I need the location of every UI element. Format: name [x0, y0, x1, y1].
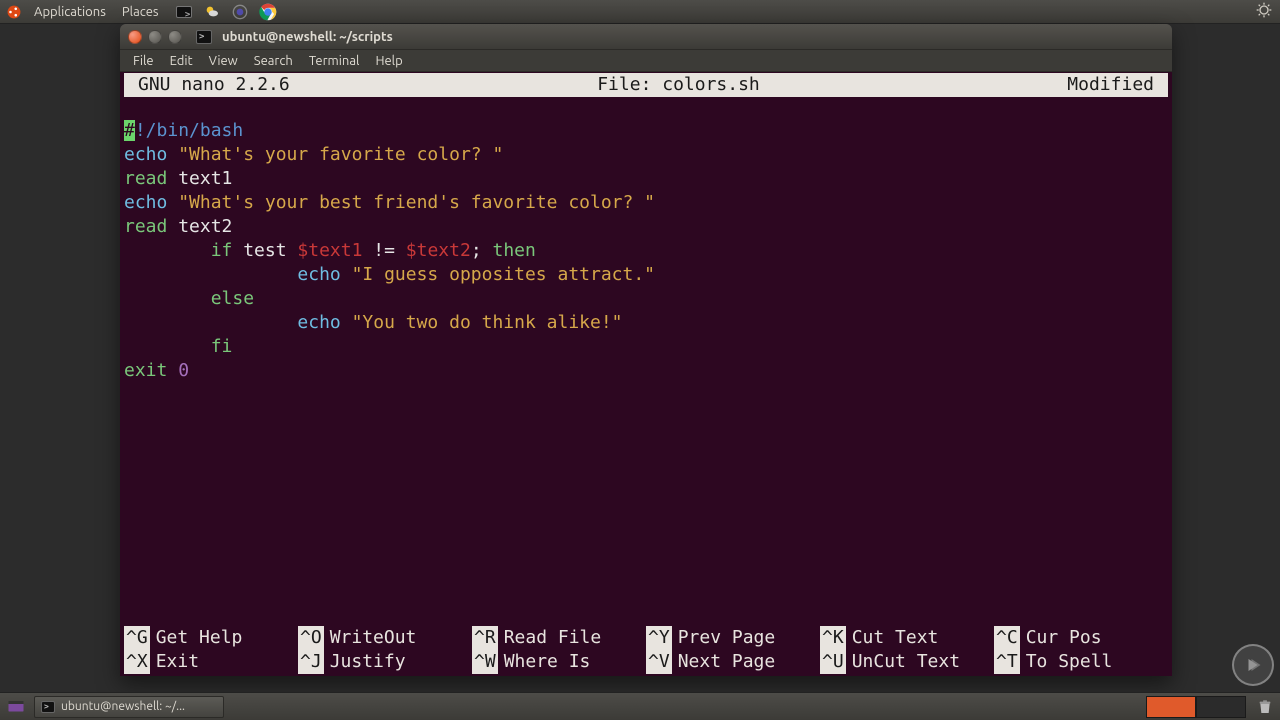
- trash-icon[interactable]: [1256, 697, 1274, 717]
- close-button[interactable]: [128, 30, 142, 44]
- window-titlebar[interactable]: ubuntu@newshell: ~/scripts: [120, 24, 1172, 50]
- shortcut-where-is: ^WWhere Is: [472, 650, 646, 674]
- nano-file-label: File: colors.sh: [290, 73, 1068, 97]
- color-icon[interactable]: [231, 3, 249, 21]
- shortcut-get-help: ^GGet Help: [124, 626, 298, 650]
- workspace-2[interactable]: [1196, 696, 1246, 718]
- nano-header: GNU nano 2.2.6 File: colors.sh Modified: [124, 73, 1168, 97]
- shortcut-next-page: ^VNext Page: [646, 650, 820, 674]
- shortcut-writeout: ^OWriteOut: [298, 626, 472, 650]
- maximize-button[interactable]: [168, 30, 182, 44]
- shortcut-prev-page: ^YPrev Page: [646, 626, 820, 650]
- top-panel: Applications Places >: [0, 0, 1280, 24]
- editor-content[interactable]: #!/bin/bash echo "What's your favorite c…: [124, 97, 1168, 383]
- desktop: ubuntu@newshell: ~/scripts File Edit Vie…: [0, 24, 1280, 692]
- terminal-icon: [41, 701, 55, 713]
- shortcut-justify: ^JJustify: [298, 650, 472, 674]
- nano-status: Modified: [1067, 73, 1164, 97]
- shortcut-cut-text: ^KCut Text: [820, 626, 994, 650]
- menu-edit[interactable]: Edit: [163, 52, 200, 70]
- nano-shortcuts: ^GGet Help ^OWriteOut ^RRead File ^YPrev…: [124, 626, 1168, 674]
- shortcut-uncut-text: ^UUnCut Text: [820, 650, 994, 674]
- system-menu[interactable]: [1256, 2, 1272, 21]
- play-overlay-icon: [1232, 644, 1274, 686]
- nano-app-name: GNU nano 2.2.6: [128, 73, 290, 97]
- menu-bar: File Edit View Search Terminal Help: [120, 50, 1172, 72]
- menu-search[interactable]: Search: [247, 52, 300, 70]
- terminal-viewport[interactable]: GNU nano 2.2.6 File: colors.sh Modified …: [120, 72, 1172, 676]
- places-menu[interactable]: Places: [118, 5, 163, 19]
- minimize-button[interactable]: [148, 30, 162, 44]
- shortcut-to-spell: ^TTo Spell: [994, 650, 1168, 674]
- menu-help[interactable]: Help: [368, 52, 409, 70]
- menu-terminal[interactable]: Terminal: [302, 52, 367, 70]
- workspace-switcher[interactable]: [1146, 696, 1246, 718]
- terminal-window: ubuntu@newshell: ~/scripts File Edit Vie…: [120, 24, 1172, 676]
- window-title: ubuntu@newshell: ~/scripts: [222, 30, 393, 44]
- terminal-icon: [196, 30, 212, 44]
- taskbar-item-label: ubuntu@newshell: ~/...: [61, 700, 185, 713]
- menu-view[interactable]: View: [202, 52, 245, 70]
- workspace-1[interactable]: [1146, 696, 1196, 718]
- weather-icon[interactable]: [203, 3, 221, 21]
- bottom-panel: ubuntu@newshell: ~/...: [0, 692, 1280, 720]
- chrome-icon[interactable]: [259, 3, 277, 21]
- shortcut-read-file: ^RRead File: [472, 626, 646, 650]
- applications-menu[interactable]: Applications: [30, 5, 110, 19]
- show-desktop-button[interactable]: [4, 696, 28, 718]
- shortcut-cur-pos: ^CCur Pos: [994, 626, 1168, 650]
- shortcut-exit: ^XExit: [124, 650, 298, 674]
- taskbar-item-terminal[interactable]: ubuntu@newshell: ~/...: [34, 696, 224, 718]
- terminal-icon[interactable]: >: [175, 3, 193, 21]
- ubuntu-logo-icon[interactable]: [6, 4, 22, 20]
- cursor: #: [124, 120, 135, 141]
- menu-file[interactable]: File: [126, 52, 161, 70]
